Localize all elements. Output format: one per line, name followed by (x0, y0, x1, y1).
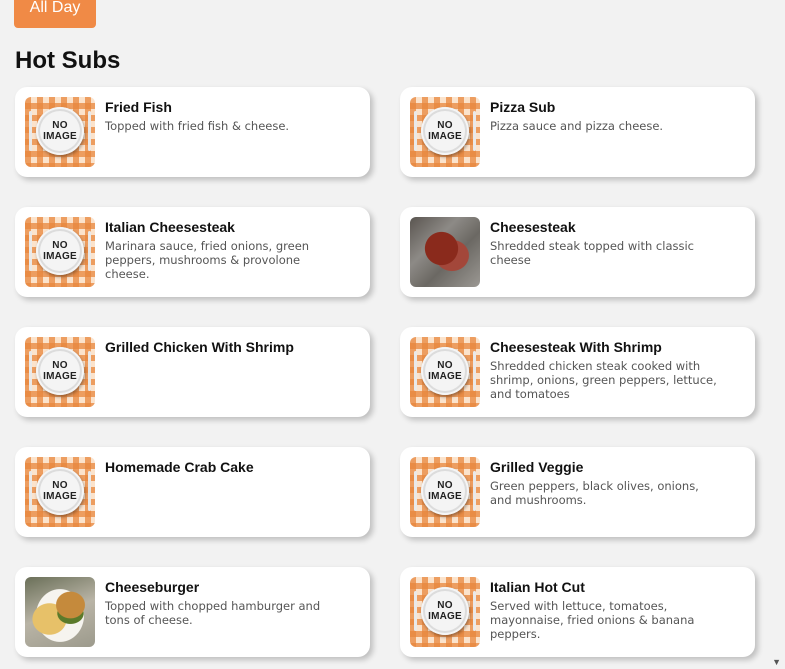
no-image-placeholder: NO IMAGE (25, 217, 95, 287)
no-image-placeholder: NO IMAGE (410, 337, 480, 407)
item-name: Italian Cheesesteak (105, 219, 235, 235)
no-image-label: IMAGE (428, 611, 462, 622)
knife-icon (473, 111, 476, 151)
knife-icon (473, 351, 476, 391)
item-description: Marinara sauce, fried onions, green pepp… (105, 239, 310, 281)
knife-icon (88, 471, 91, 511)
item-text: Italian Cheesesteak Marinara sauce, fried… (105, 217, 335, 287)
item-description: Topped with fried fish & cheese. (105, 119, 290, 133)
item-text: Grilled Chicken With Shrimp (105, 337, 294, 407)
no-image-label: IMAGE (428, 491, 462, 502)
no-image-placeholder: NO IMAGE (410, 577, 480, 647)
tab-all-day[interactable]: All Day (14, 0, 96, 28)
no-image-label: NO (52, 480, 68, 491)
knife-icon (88, 351, 91, 391)
plate-icon: NO IMAGE (421, 587, 469, 635)
menu-item-card[interactable]: Cheesesteak Shredded steak topped with cl… (400, 207, 755, 297)
fork-icon (29, 351, 32, 391)
item-description: Pizza sauce and pizza cheese. (490, 119, 664, 133)
plate-icon: NO IMAGE (421, 107, 469, 155)
menu-item-card[interactable]: NO IMAGE Pizza Sub Pizza sauce and pizza ch… (400, 87, 755, 177)
menu-item-card[interactable]: NO IMAGE Homemade Crab Cake (15, 447, 370, 537)
menu-item-card[interactable]: NO IMAGE Italian Hot Cut Served with lettuc… (400, 567, 755, 657)
no-image-label: NO (52, 360, 68, 371)
no-image-label: IMAGE (43, 371, 77, 382)
item-name: Homemade Crab Cake (105, 459, 254, 475)
knife-icon (88, 111, 91, 151)
item-text: Cheesesteak Shredded steak topped with cl… (490, 217, 720, 287)
no-image-label: IMAGE (428, 131, 462, 142)
plate-icon: NO IMAGE (421, 467, 469, 515)
no-image-label: NO (437, 600, 453, 611)
no-image-label: NO (52, 120, 68, 131)
no-image-placeholder: NO IMAGE (25, 457, 95, 527)
item-photo (410, 217, 480, 287)
item-text: Pizza Sub Pizza sauce and pizza cheese. (490, 97, 720, 167)
item-name: Cheesesteak With Shrimp (490, 339, 662, 355)
knife-icon (473, 591, 476, 631)
plate-icon: NO IMAGE (36, 347, 84, 395)
menu-item-card[interactable]: NO IMAGE Grilled Veggie Green peppers, blac… (400, 447, 755, 537)
plate-icon: NO IMAGE (36, 227, 84, 275)
no-image-label: NO (437, 480, 453, 491)
menu-item-card[interactable]: NO IMAGE Cheesesteak With Shrimp Shredded c… (400, 327, 755, 417)
no-image-placeholder: NO IMAGE (410, 97, 480, 167)
no-image-placeholder: NO IMAGE (25, 337, 95, 407)
menu-item-card[interactable]: NO IMAGE Fried Fish Topped with fried fish … (15, 87, 370, 177)
no-image-label: NO (437, 360, 453, 371)
item-name: Pizza Sub (490, 99, 556, 115)
item-description: Shredded steak topped with classic chees… (490, 239, 695, 267)
fork-icon (29, 231, 32, 271)
fork-icon (414, 351, 417, 391)
plate-icon: NO IMAGE (36, 107, 84, 155)
item-name: Grilled Veggie (490, 459, 584, 475)
no-image-placeholder: NO IMAGE (410, 457, 480, 527)
fork-icon (29, 471, 32, 511)
section-title: Hot Subs (15, 47, 121, 74)
item-name: Fried Fish (105, 99, 172, 115)
plate-icon: NO IMAGE (36, 467, 84, 515)
item-name: Grilled Chicken With Shrimp (105, 339, 294, 355)
menu-item-card[interactable]: Cheeseburger Topped with chopped hamburge… (15, 567, 370, 657)
fork-icon (414, 471, 417, 511)
item-description: Green peppers, black olives, onions, and… (490, 479, 699, 507)
item-text: Fried Fish Topped with fried fish & chees… (105, 97, 335, 167)
no-image-label: IMAGE (43, 491, 77, 502)
item-name: Italian Hot Cut (490, 579, 585, 595)
fork-icon (414, 591, 417, 631)
item-name: Cheeseburger (105, 579, 200, 595)
knife-icon (473, 471, 476, 511)
fork-icon (29, 111, 32, 151)
no-image-placeholder: NO IMAGE (25, 97, 95, 167)
menu-item-card[interactable]: NO IMAGE Italian Cheesesteak Marinara sauce… (15, 207, 370, 297)
item-text: Homemade Crab Cake (105, 457, 254, 527)
item-text: Italian Hot Cut Served with lettuce, toma… (490, 577, 720, 647)
no-image-label: NO (437, 120, 453, 131)
item-description: Topped with chopped hamburger and tons o… (105, 599, 321, 627)
item-photo (25, 577, 95, 647)
fork-icon (414, 111, 417, 151)
menu-item-card[interactable]: NO IMAGE Grilled Chicken With Shrimp (15, 327, 370, 417)
scroll-down-icon[interactable]: ▼ (772, 657, 781, 667)
no-image-label: IMAGE (428, 371, 462, 382)
item-name: Cheesesteak (490, 219, 576, 235)
item-text: Grilled Veggie Green peppers, black olive… (490, 457, 720, 527)
plate-icon: NO IMAGE (421, 347, 469, 395)
no-image-label: NO (52, 240, 68, 251)
item-text: Cheeseburger Topped with chopped hamburge… (105, 577, 335, 647)
no-image-label: IMAGE (43, 251, 77, 262)
item-text: Cheesesteak With Shrimp Shredded chicken … (490, 337, 720, 407)
item-description: Served with lettuce, tomatoes, mayonnais… (490, 599, 695, 641)
knife-icon (88, 231, 91, 271)
item-description: Shredded chicken steak cooked with shrim… (490, 359, 717, 401)
menu-grid: NO IMAGE Fried Fish Topped with fried fish … (15, 87, 755, 657)
no-image-label: IMAGE (43, 131, 77, 142)
